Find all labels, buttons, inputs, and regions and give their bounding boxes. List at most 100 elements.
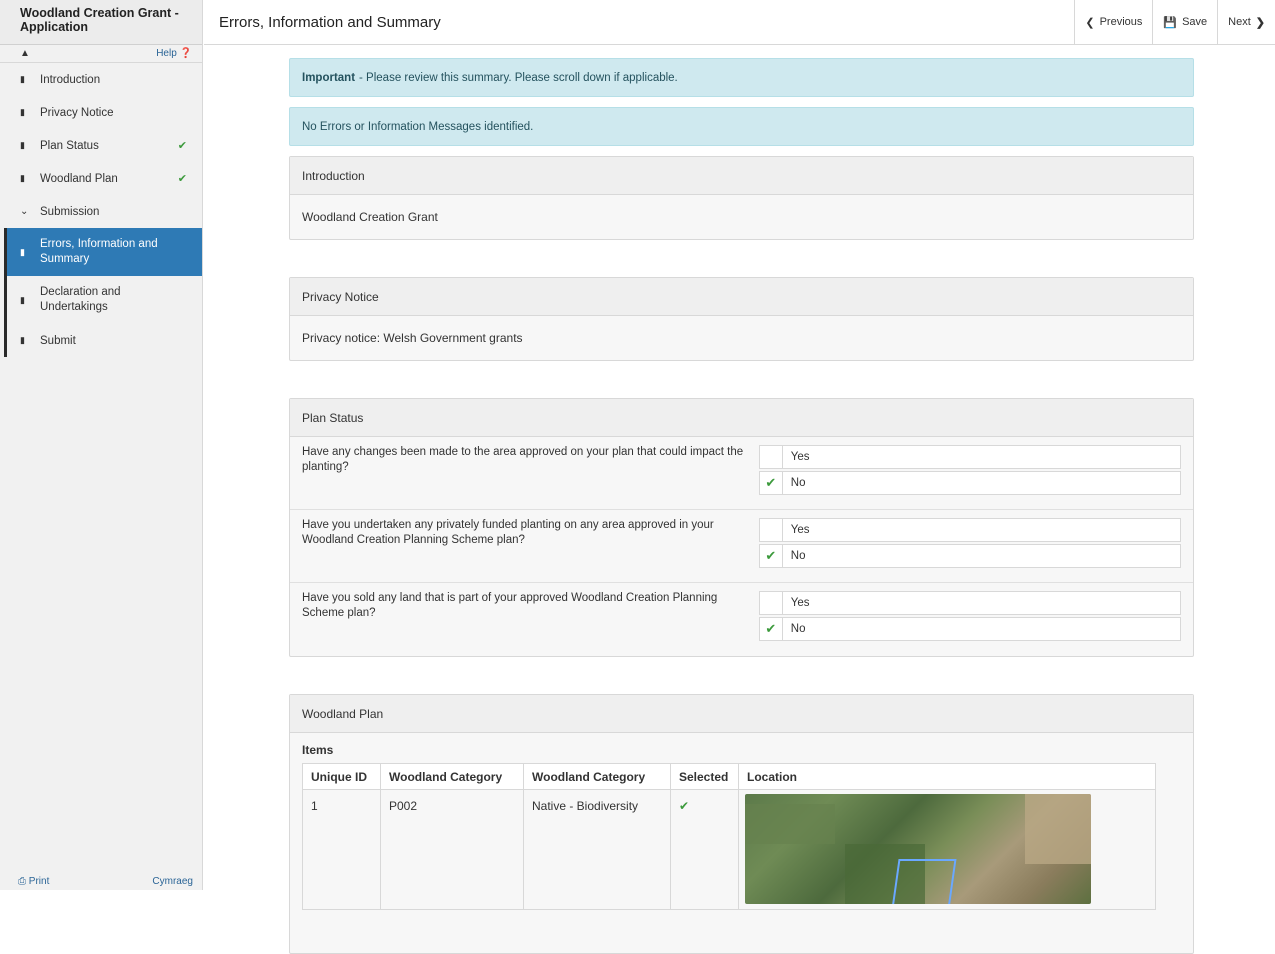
document-icon: ▮	[20, 294, 25, 305]
plot-boundary	[891, 859, 957, 904]
nav: ▮ Introduction ▮ Privacy Notice ▮ Plan S…	[0, 63, 202, 357]
option-label: No	[790, 623, 806, 635]
save-label: Save	[1182, 16, 1208, 28]
question-row: Have you sold any land that is part of y…	[290, 583, 1193, 656]
user-row: ▲ Help ❓	[0, 45, 202, 63]
save-icon: 💾	[1163, 16, 1178, 29]
question-text: Have you undertaken any privately funded…	[302, 519, 714, 546]
language-link[interactable]: Cymraeg	[152, 876, 193, 887]
panel-heading: Woodland Plan	[290, 695, 1193, 733]
sidebar-item-label: Woodland Plan	[40, 172, 118, 185]
important-alert: Important - Please review this summary. …	[289, 58, 1194, 97]
option-label: Yes	[790, 597, 810, 609]
page-title: Errors, Information and Summary	[219, 13, 441, 31]
introduction-panel: Introduction Woodland Creation Grant	[289, 156, 1194, 240]
cell-unique-id: 1	[302, 789, 381, 910]
cell-location	[738, 789, 1156, 910]
location-map-image[interactable]	[745, 794, 1091, 904]
important-label: Important	[302, 71, 356, 84]
print-label: Print	[28, 875, 50, 887]
sidebar-item-introduction[interactable]: ▮ Introduction	[0, 63, 202, 96]
sidebar-item-plan-status[interactable]: ▮ Plan Status ✔	[0, 129, 202, 162]
items-label: Items	[302, 743, 334, 757]
question-text: Have any changes been made to the area a…	[302, 446, 744, 473]
column-header: Selected	[670, 763, 739, 790]
option-yes: Yes	[758, 591, 1181, 615]
option-no: ✔ No	[758, 617, 1181, 641]
help-icon: ❓	[179, 48, 192, 59]
sidebar-item-label: Submission	[40, 205, 100, 218]
question-row: Have you undertaken any privately funded…	[290, 510, 1193, 583]
answer-options: Yes ✔ No	[758, 591, 1181, 649]
panel-heading: Introduction	[290, 157, 1193, 195]
panel-heading: Privacy Notice	[290, 278, 1193, 316]
question-list: Have any changes been made to the area a…	[290, 437, 1193, 656]
privacy-panel: Privacy Notice Privacy notice: Welsh Gov…	[289, 277, 1194, 361]
cell-category-code: P002	[380, 789, 524, 910]
sidebar-item-submit[interactable]: ▮ Submit	[7, 324, 202, 357]
answer-options: Yes ✔ No	[758, 445, 1181, 502]
option-label: No	[790, 550, 806, 562]
sidebar-item-errors-summary[interactable]: ▮ Errors, Information and Summary	[7, 228, 202, 276]
answer-options: Yes ✔ No	[758, 518, 1181, 575]
help-label: Help	[156, 48, 177, 59]
sidebar-item-privacy-notice[interactable]: ▮ Privacy Notice	[0, 96, 202, 129]
document-icon: ▮	[20, 107, 25, 117]
check-icon: ✔	[679, 799, 690, 813]
document-icon: ▮	[20, 246, 25, 257]
empty-check	[760, 592, 783, 614]
column-header: Unique ID	[302, 763, 381, 790]
save-button[interactable]: 💾 Save	[1152, 0, 1217, 45]
check-icon: ✔	[177, 173, 187, 185]
chevron-down-icon: ⌄	[20, 206, 29, 217]
woodland-plan-panel: Woodland Plan Items Unique ID Woodland C…	[289, 694, 1194, 954]
sidebar-item-label: Privacy Notice	[40, 106, 114, 119]
previous-label: Previous	[1099, 16, 1143, 28]
sidebar-item-label: Introduction	[40, 73, 101, 86]
empty-check	[760, 446, 783, 468]
sidebar-item-declaration[interactable]: ▮ Declaration and Undertakings	[7, 276, 202, 324]
document-icon: ▮	[20, 335, 25, 345]
option-label: Yes	[790, 524, 810, 536]
check-icon: ✔	[177, 140, 187, 152]
topbar: Errors, Information and Summary ❮ Previo…	[204, 0, 1275, 45]
column-header: Woodland Category	[523, 763, 671, 790]
check-icon: ✔	[760, 618, 783, 640]
column-header: Woodland Category	[380, 763, 524, 790]
check-icon: ✔	[760, 472, 783, 494]
document-icon: ▮	[20, 140, 25, 150]
check-icon: ✔	[760, 545, 783, 567]
option-no: ✔ No	[758, 544, 1181, 568]
items-table: Unique ID Woodland Category Woodland Cat…	[302, 763, 1156, 910]
panel-body: Privacy notice: Welsh Government grants	[302, 331, 523, 345]
option-label: No	[790, 477, 806, 489]
previous-button[interactable]: ❮ Previous	[1074, 0, 1152, 45]
question-row: Have any changes been made to the area a…	[290, 437, 1193, 510]
submission-subnav: ▮ Errors, Information and Summary ▮ Decl…	[4, 228, 202, 357]
help-link[interactable]: Help ❓	[156, 48, 192, 59]
next-label: Next	[1228, 16, 1251, 28]
option-yes: Yes	[758, 518, 1181, 542]
sidebar-item-label: Errors, Information and Summary	[40, 238, 158, 265]
main-content: Important - Please review this summary. …	[289, 58, 1194, 954]
table-row: 1 P002 Native - Biodiversity ✔	[302, 789, 1156, 910]
app-title: Woodland Creation Grant - Application	[0, 0, 202, 45]
important-text: - Please review this summary. Please scr…	[359, 71, 678, 84]
column-header: Location	[738, 763, 1156, 790]
cell-category-name: Native - Biodiversity	[523, 789, 671, 910]
empty-check	[760, 519, 783, 541]
sidebar-footer: ⎙ Print Cymraeg	[0, 872, 203, 890]
option-yes: Yes	[758, 445, 1181, 469]
print-icon: ⎙	[18, 875, 26, 887]
sidebar-item-submission[interactable]: ⌄ Submission	[0, 195, 202, 228]
sidebar-item-label: Submit	[40, 334, 76, 347]
user-icon[interactable]: ▲	[20, 48, 30, 59]
print-link[interactable]: ⎙ Print	[18, 876, 49, 887]
panel-heading: Plan Status	[290, 399, 1193, 437]
no-errors-alert: No Errors or Information Messages identi…	[289, 107, 1194, 146]
plan-status-panel: Plan Status Have any changes been made t…	[289, 398, 1194, 657]
next-button[interactable]: Next ❯	[1217, 0, 1275, 45]
question-text: Have you sold any land that is part of y…	[302, 592, 718, 619]
sidebar-item-woodland-plan[interactable]: ▮ Woodland Plan ✔	[0, 162, 202, 195]
chevron-left-icon: ❮	[1085, 16, 1095, 29]
